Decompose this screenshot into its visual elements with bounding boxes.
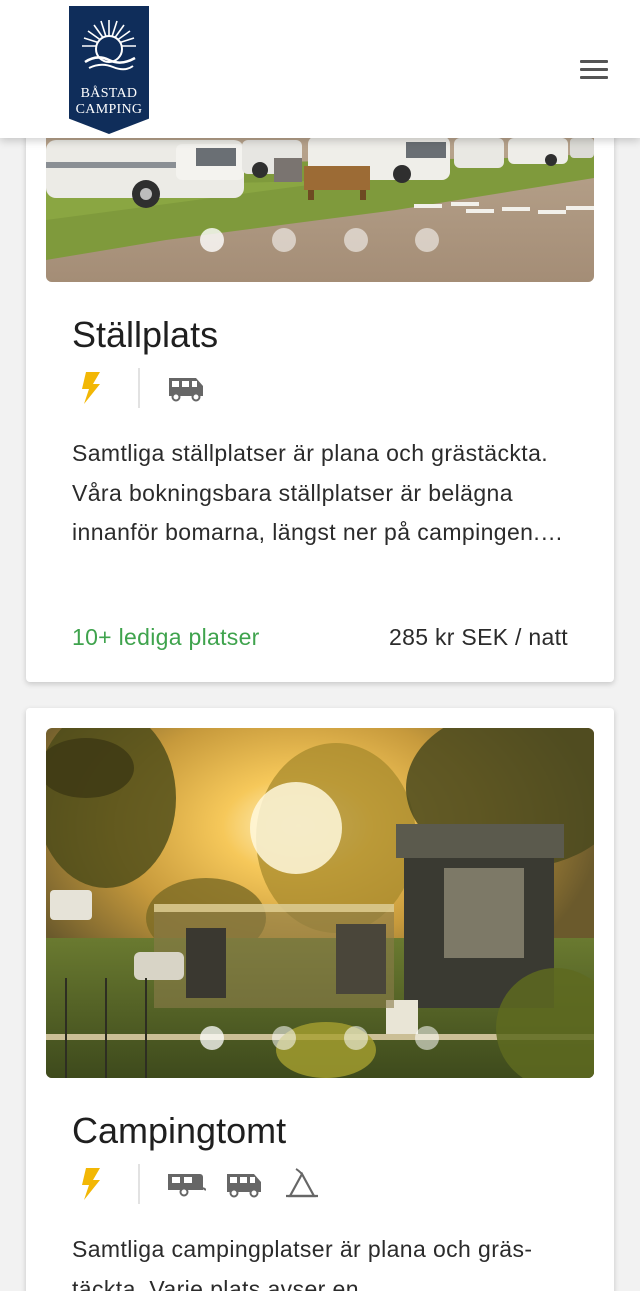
site-header: BÅSTAD CAMPING [0,0,640,138]
bastad-camping-logo[interactable]: BÅSTAD CAMPING [69,6,149,134]
menu-bar [580,76,608,79]
card-description: Samtliga ställplatser är plana och gräs­… [72,440,564,545]
electricity-icon [82,1168,100,1200]
sun-logo-icon [82,20,136,71]
electricity-icon [82,372,100,404]
card-image-carousel[interactable] [46,728,594,1078]
menu-bar [580,68,608,71]
card-title[interactable]: Campingtomt [72,1110,286,1152]
logo-text-camping: CAMPING [75,102,143,117]
tent-icon [286,1168,318,1198]
card-title[interactable]: Ställplats [72,314,218,356]
page: BÅSTAD CAMPING Ställplats Samtliga ställ… [0,0,640,1291]
caravan-icon [168,1174,206,1197]
availability-text: 10+ lediga platser [72,624,260,650]
card-description: Samtliga campingplatser är plana och grä… [72,1236,533,1291]
motorhome-icon [227,1174,261,1198]
carousel-dot[interactable] [344,228,368,252]
carousel-dot[interactable] [272,1026,296,1050]
amenity-divider [138,368,140,408]
price-text: 285 kr SEK / natt [389,624,568,650]
pitch-card-stallplats[interactable]: Ställplats Samtliga ställplatser är plan… [26,70,614,682]
carousel-dot[interactable] [200,1026,224,1050]
motorhome-icon [169,378,203,402]
carousel-dot[interactable] [415,1026,439,1050]
carousel-dot[interactable] [200,228,224,252]
logo-text-bastad: BÅSTAD [80,86,138,101]
hamburger-menu-icon[interactable] [578,57,612,83]
pitch-card-campingtomt[interactable]: Campingtomt Samtliga campingplatser är p… [26,708,614,1291]
carousel-dot[interactable] [344,1026,368,1050]
carousel-dot[interactable] [272,228,296,252]
carousel-dots [46,228,594,258]
carousel-dot[interactable] [415,228,439,252]
menu-bar [580,60,608,63]
amenity-divider [138,1164,140,1204]
carousel-dots [46,1026,594,1056]
